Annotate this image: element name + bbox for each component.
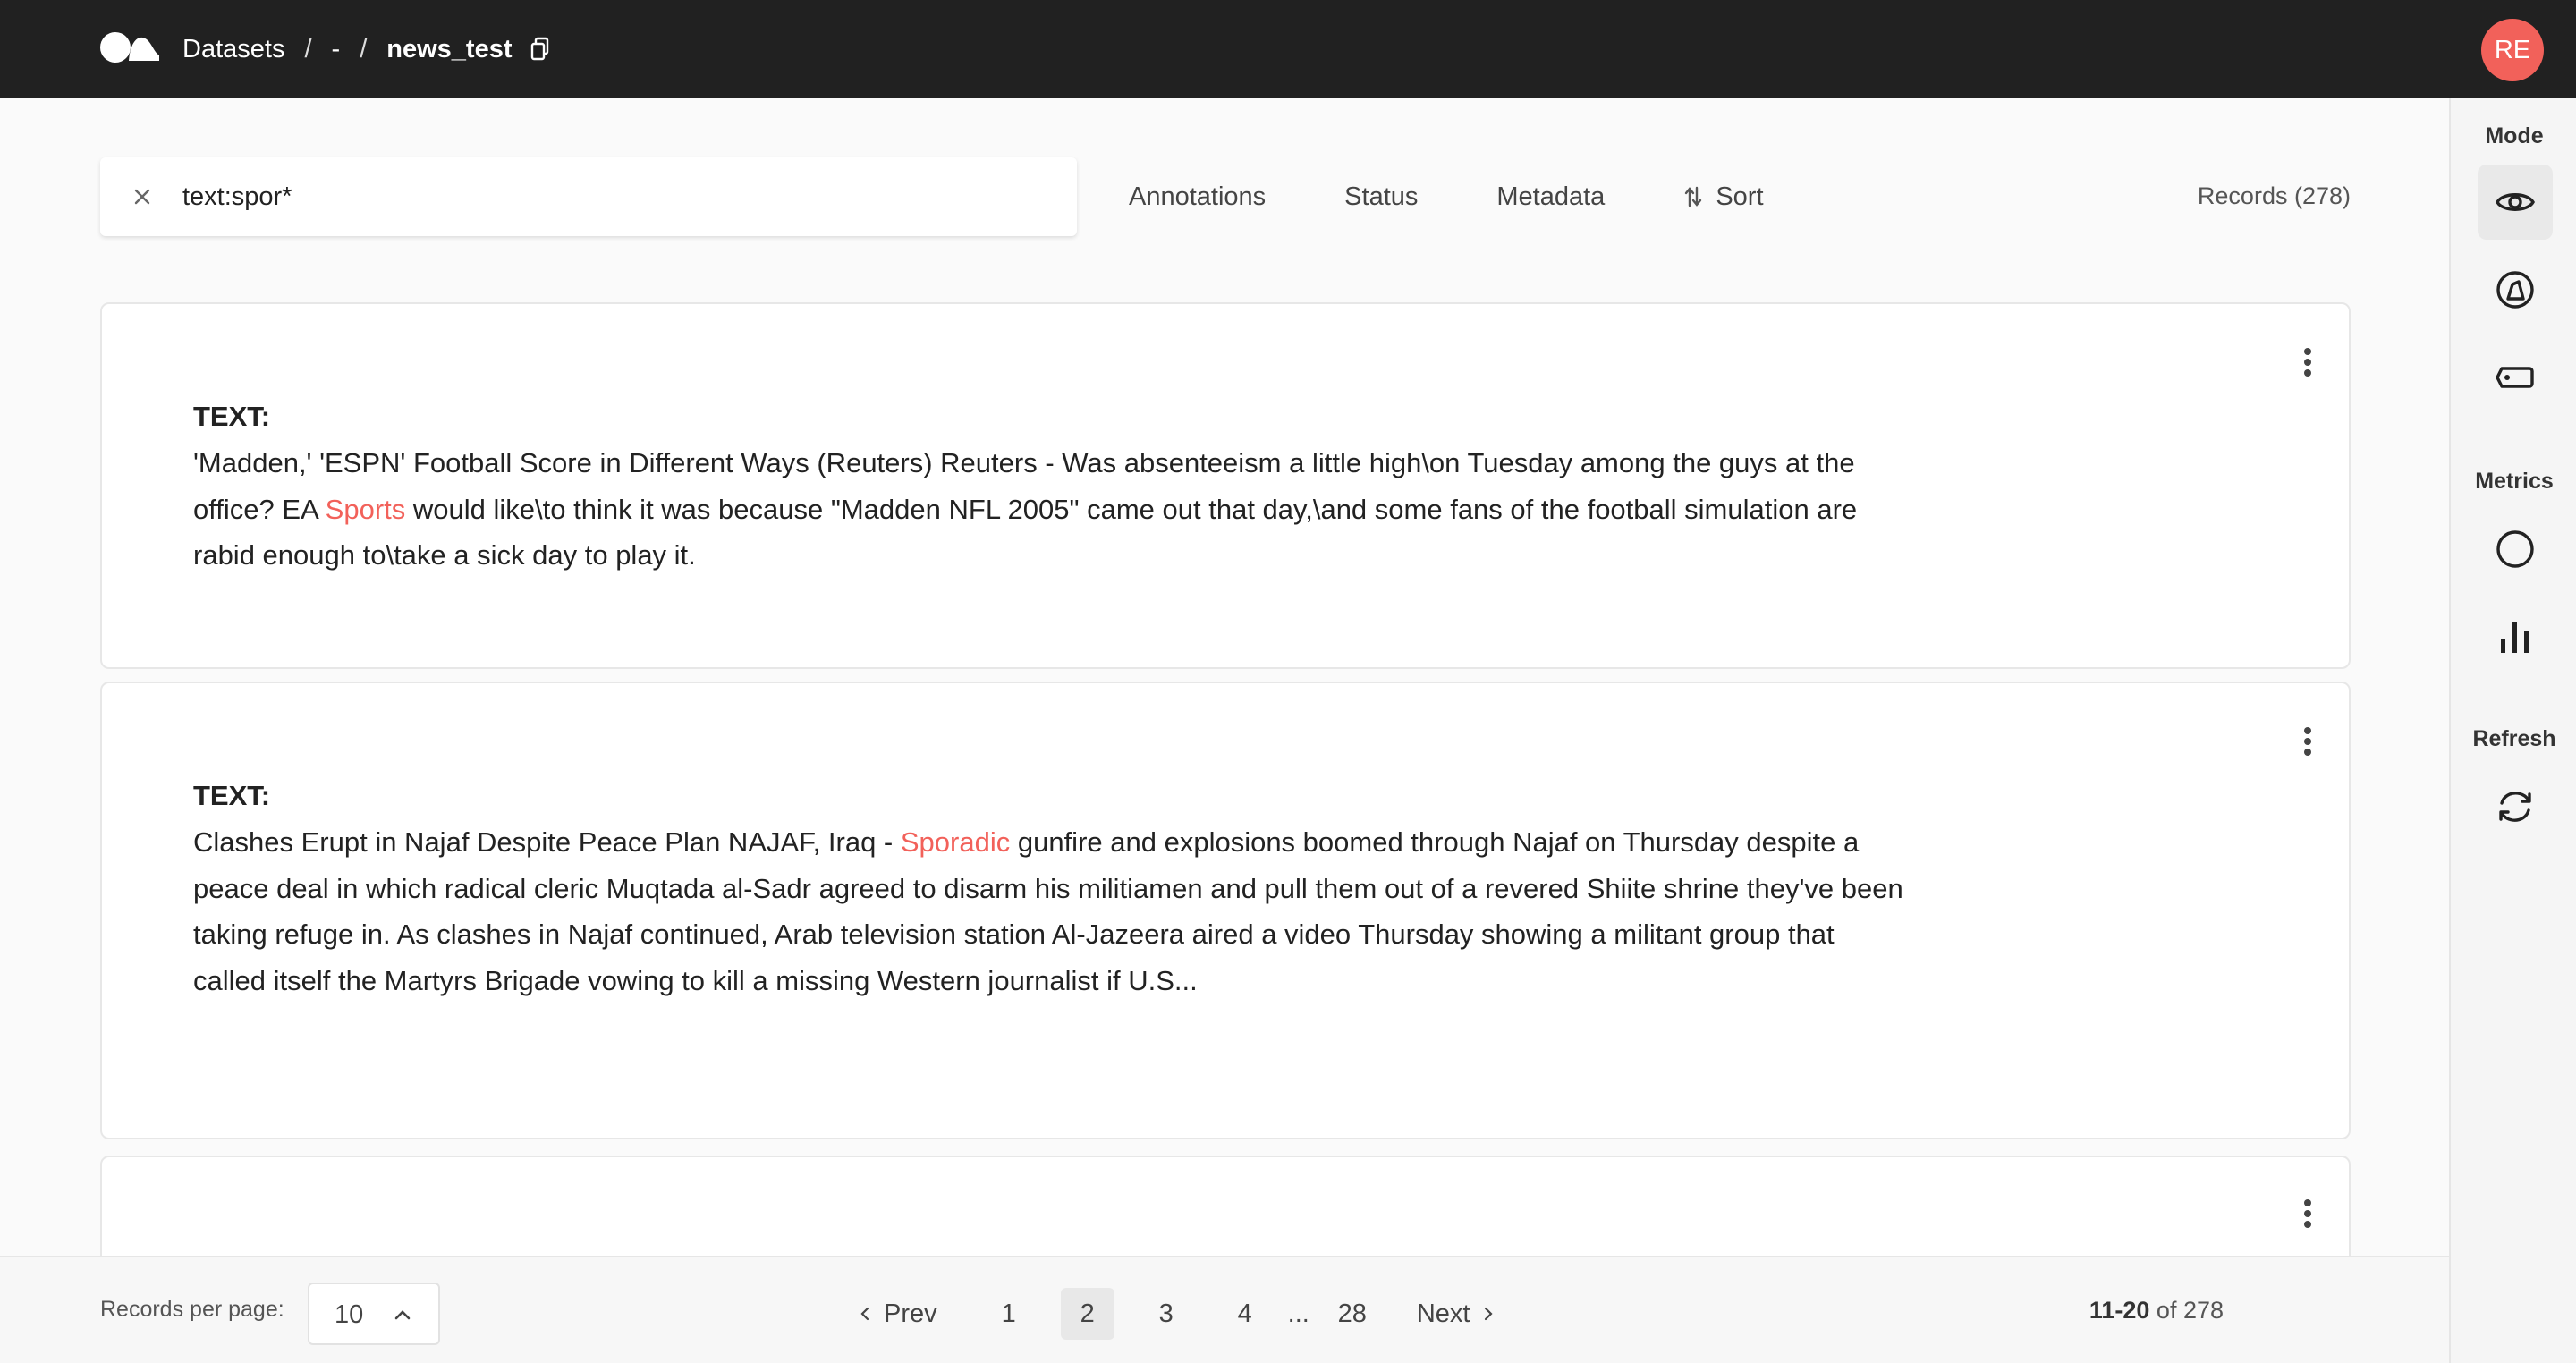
records-range: 11-20 of 278 [2089, 1297, 2224, 1325]
page-button-3[interactable]: 3 [1140, 1288, 1193, 1340]
record-card: TEXT: Clashes Erupt in Najaf Despite Pea… [100, 682, 2351, 1139]
sort-icon [1685, 186, 1702, 207]
explore-mode-button[interactable] [2478, 165, 2553, 240]
records-count: Records (278) [2197, 182, 2351, 209]
filter-status[interactable]: Status [1344, 182, 1418, 212]
breadcrumb-datasets[interactable]: Datasets [182, 35, 284, 64]
record-text-before: Clashes Erupt in Najaf Despite Peace Pla… [193, 826, 901, 858]
breadcrumb-dataset-name: news_test [386, 34, 513, 63]
record-text-after: would like\to think it was because "Madd… [193, 493, 1858, 571]
stats-metrics-button[interactable] [2478, 599, 2553, 674]
refresh-heading: Refresh [2472, 726, 2556, 751]
eye-icon [2496, 193, 2535, 211]
record-field-label: TEXT: [193, 401, 271, 432]
chevron-right-icon [1485, 1307, 1494, 1321]
more-options-icon[interactable] [2302, 1198, 2313, 1229]
filters-bar: Annotations Status Metadata Sort [1129, 179, 1764, 215]
records-range-value: 11-20 [2089, 1297, 2150, 1324]
page-ellipsis: ... [1287, 1299, 1309, 1328]
labeling-rules-button[interactable] [2478, 340, 2553, 415]
more-options-icon[interactable] [2302, 726, 2313, 757]
breadcrumb-separator: / [304, 34, 312, 63]
record-field-label: TEXT: [193, 780, 271, 811]
right-sidebar: Mode Metrics Refresh [2449, 98, 2576, 1363]
progress-metrics-button[interactable] [2478, 512, 2553, 587]
bar-chart-icon [2501, 622, 2529, 653]
breadcrumb-separator: / [360, 34, 368, 63]
record-text: 'Madden,' 'ESPN' Football Score in Diffe… [193, 440, 1911, 579]
records-range-total: of 278 [2156, 1297, 2224, 1324]
filter-annotations[interactable]: Annotations [1129, 182, 1266, 212]
page-button-2[interactable]: 2 [1060, 1288, 1114, 1340]
filter-metadata[interactable]: Metadata [1496, 182, 1605, 212]
copy-icon[interactable] [530, 37, 551, 62]
tag-icon [2496, 367, 2534, 388]
breadcrumb: Datasets / - / news_test [182, 0, 551, 98]
refresh-button[interactable] [2478, 769, 2553, 844]
page-button-1[interactable]: 1 [982, 1288, 1036, 1340]
chevron-up-icon [394, 1310, 411, 1320]
annotate-mode-button[interactable] [2478, 252, 2553, 327]
breadcrumb-workspace[interactable]: - [332, 35, 341, 64]
page-list: Prev 1 2 3 4 ... 28 Next [859, 1288, 1496, 1340]
sort-button[interactable]: Sort [1683, 182, 1764, 212]
mode-heading: Mode [2485, 123, 2544, 148]
annotate-icon [2496, 271, 2534, 309]
search-input[interactable]: text:spor* [182, 182, 292, 212]
page-button-4[interactable]: 4 [1218, 1288, 1272, 1340]
records-per-page-select[interactable]: 10 [308, 1283, 440, 1345]
record-text: Clashes Erupt in Najaf Despite Peace Pla… [193, 819, 1911, 1003]
chevron-left-icon [860, 1307, 869, 1321]
prev-label: Prev [884, 1299, 937, 1328]
next-page-button[interactable]: Next [1417, 1300, 1496, 1329]
record-card: TEXT: 'Madden,' 'ESPN' Football Score in… [100, 302, 2351, 669]
records-per-page-label: Records per page: [100, 1297, 284, 1322]
avatar[interactable]: RE [2481, 19, 2544, 81]
records-per-page-value: 10 [335, 1300, 364, 1329]
pagination-bar: Records per page: 10 Prev 1 2 3 4 ... 28… [0, 1256, 2449, 1363]
progress-icon [2496, 530, 2534, 568]
refresh-icon [2499, 792, 2531, 822]
logo-icon[interactable] [100, 30, 159, 64]
prev-page-button[interactable]: Prev [859, 1300, 937, 1329]
page-button-28[interactable]: 28 [1326, 1288, 1379, 1340]
search-bar[interactable]: text:spor* [100, 157, 1077, 236]
sort-label: Sort [1716, 182, 1764, 211]
record-text-highlight: Sporadic [900, 826, 1011, 858]
metrics-heading: Metrics [2475, 469, 2554, 494]
top-bar: Datasets / - / news_test RE [0, 0, 2576, 98]
record-text-highlight: Sports [325, 493, 406, 525]
next-label: Next [1416, 1299, 1470, 1328]
more-options-icon[interactable] [2302, 347, 2313, 377]
close-icon[interactable] [132, 187, 152, 207]
